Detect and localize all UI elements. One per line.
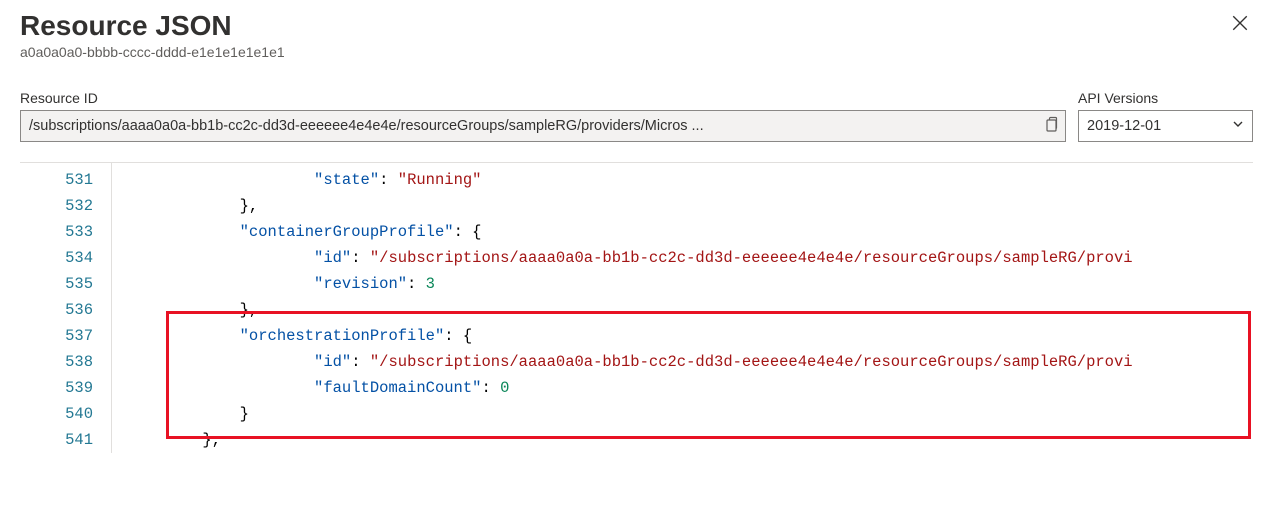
code-line: "revision": 3 [128,271,1253,297]
code-line: } [128,401,1253,427]
api-version-label: API Versions [1078,90,1253,106]
code-line: "orchestrationProfile": { [128,323,1253,349]
code-line: "id": "/subscriptions/aaaa0a0a-bb1b-cc2c… [128,349,1253,375]
line-number: 535 [38,271,93,297]
copy-icon[interactable] [1043,116,1059,136]
page-title: Resource JSON [20,10,285,42]
code-line: }, [128,297,1253,323]
api-version-select[interactable]: 2019-12-01 [1078,110,1253,142]
line-number: 538 [38,349,93,375]
line-number: 537 [38,323,93,349]
json-editor[interactable]: 531532533534535536537538539540541 "state… [20,162,1253,453]
chevron-down-icon [1232,118,1244,134]
line-number: 534 [38,245,93,271]
resource-id-input[interactable]: /subscriptions/aaaa0a0a-bb1b-cc2c-dd3d-e… [20,110,1066,142]
line-number: 539 [38,375,93,401]
code-line: "state": "Running" [128,167,1253,193]
line-number: 532 [38,193,93,219]
resource-id-label: Resource ID [20,90,1066,106]
code-line: "id": "/subscriptions/aaaa0a0a-bb1b-cc2c… [128,245,1253,271]
line-number: 531 [38,167,93,193]
code-line: }, [128,193,1253,219]
line-number: 540 [38,401,93,427]
line-number: 536 [38,297,93,323]
resource-id-value: /subscriptions/aaaa0a0a-bb1b-cc2c-dd3d-e… [29,118,704,134]
close-button[interactable] [1227,10,1253,40]
line-number: 541 [38,427,93,453]
api-version-value: 2019-12-01 [1087,118,1161,134]
code-line: "faultDomainCount": 0 [128,375,1253,401]
resource-guid: a0a0a0a0-bbbb-cccc-dddd-e1e1e1e1e1e1 [20,44,285,60]
code-line: }, [128,427,1253,453]
code-line: "containerGroupProfile": { [128,219,1253,245]
line-number: 533 [38,219,93,245]
